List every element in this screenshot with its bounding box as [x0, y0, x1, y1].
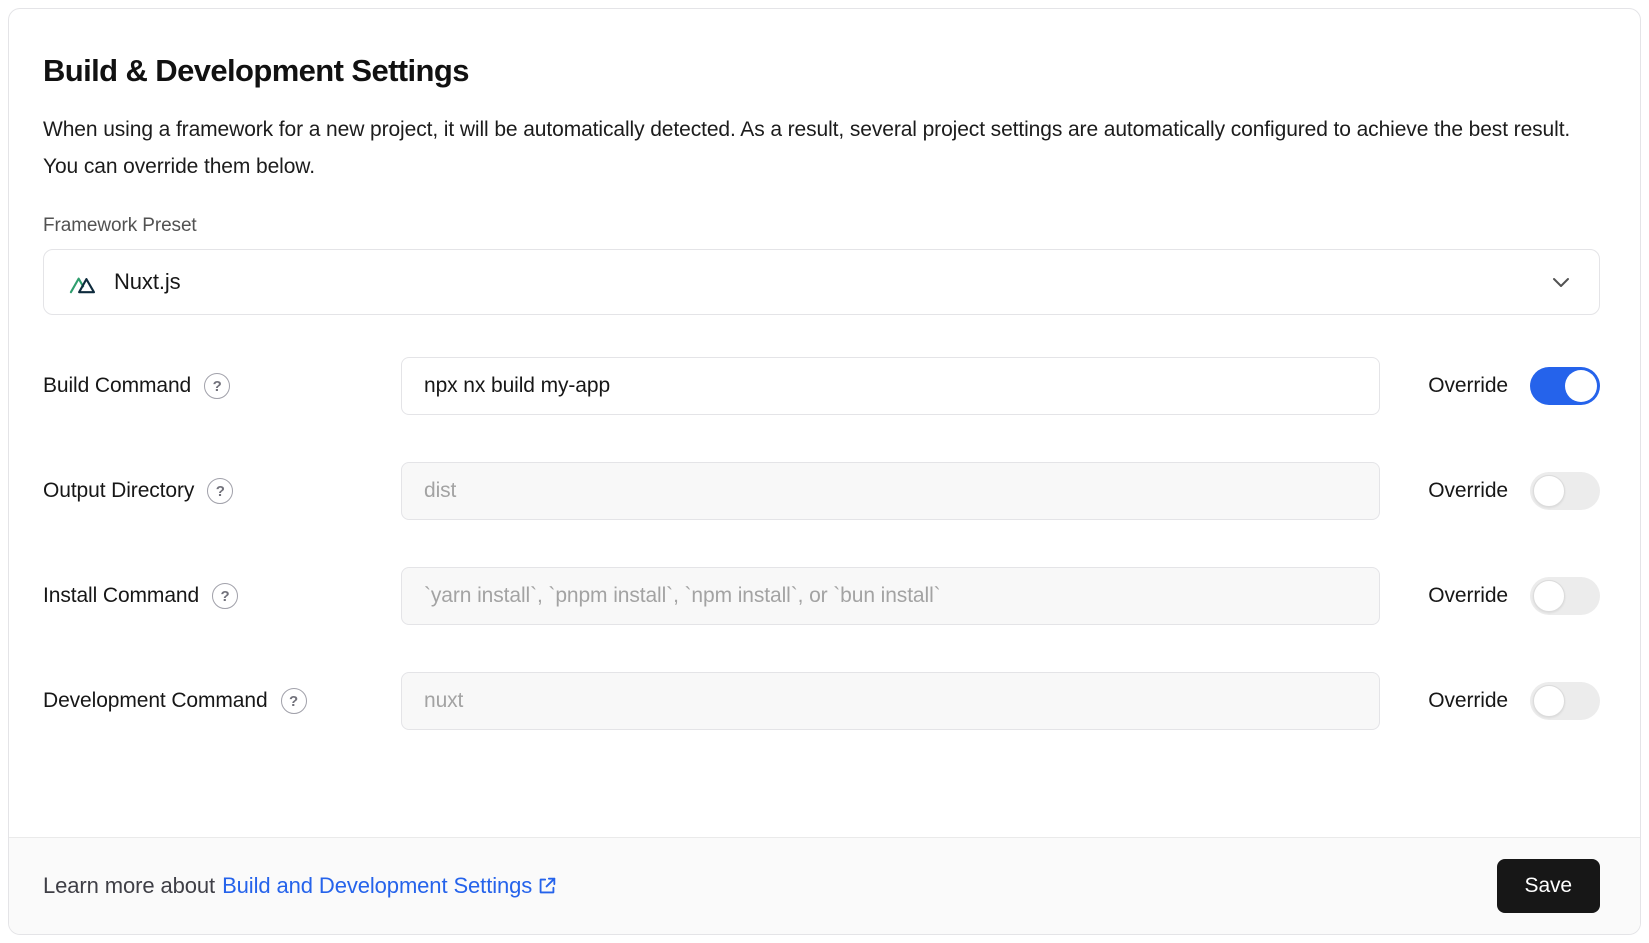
toggle-knob — [1533, 580, 1565, 612]
nuxt-logo-icon — [68, 267, 99, 298]
development-command-override: Override — [1420, 682, 1600, 720]
help-icon[interactable]: ? — [207, 478, 233, 504]
help-icon[interactable]: ? — [212, 583, 238, 609]
card-footer: Learn more about Build and Development S… — [9, 837, 1640, 934]
install-command-label: Install Command — [43, 584, 199, 608]
framework-preset-value: Nuxt.js — [68, 267, 181, 298]
learn-more-text: Learn more about Build and Development S… — [43, 873, 558, 899]
settings-rows: Build Command ? Override Output Director… — [43, 357, 1600, 730]
override-label: Override — [1428, 374, 1508, 398]
learn-more-link-label: Build and Development Settings — [222, 873, 532, 899]
install-command-input — [401, 567, 1380, 625]
development-command-label-group: Development Command ? — [43, 688, 401, 714]
page-title: Build & Development Settings — [43, 53, 1600, 89]
build-settings-card: Build & Development Settings When using … — [8, 8, 1641, 935]
framework-preset-selected: Nuxt.js — [114, 269, 181, 295]
install-command-label-group: Install Command ? — [43, 583, 401, 609]
output-directory-override: Override — [1420, 472, 1600, 510]
override-label: Override — [1428, 584, 1508, 608]
framework-preset-label: Framework Preset — [43, 215, 1600, 237]
output-directory-label: Output Directory — [43, 479, 194, 503]
install-command-row: Install Command ? Override — [43, 567, 1600, 625]
development-command-row: Development Command ? Override — [43, 672, 1600, 730]
install-command-override: Override — [1420, 577, 1600, 615]
settings-description: When using a framework for a new project… — [43, 111, 1600, 185]
build-command-input[interactable] — [401, 357, 1380, 415]
install-command-override-toggle[interactable] — [1530, 577, 1600, 615]
toggle-knob — [1533, 685, 1565, 717]
output-directory-row: Output Directory ? Override — [43, 462, 1600, 520]
chevron-down-icon — [1549, 270, 1573, 294]
card-main: Build & Development Settings When using … — [9, 9, 1640, 837]
output-directory-input — [401, 462, 1380, 520]
build-settings-docs-link[interactable]: Build and Development Settings — [222, 873, 558, 899]
learn-more-prefix: Learn more about — [43, 873, 215, 899]
override-label: Override — [1428, 479, 1508, 503]
output-directory-override-toggle[interactable] — [1530, 472, 1600, 510]
help-icon[interactable]: ? — [204, 373, 230, 399]
override-label: Override — [1428, 689, 1508, 713]
toggle-knob — [1565, 370, 1597, 402]
save-button[interactable]: Save — [1497, 859, 1600, 913]
build-command-label-group: Build Command ? — [43, 373, 401, 399]
framework-preset-select[interactable]: Nuxt.js — [43, 249, 1600, 315]
development-command-override-toggle[interactable] — [1530, 682, 1600, 720]
toggle-knob — [1533, 475, 1565, 507]
help-icon[interactable]: ? — [281, 688, 307, 714]
build-command-override: Override — [1420, 367, 1600, 405]
development-command-input — [401, 672, 1380, 730]
external-link-icon — [536, 875, 558, 897]
build-command-label: Build Command — [43, 374, 191, 398]
output-directory-label-group: Output Directory ? — [43, 478, 401, 504]
build-command-row: Build Command ? Override — [43, 357, 1600, 415]
build-command-override-toggle[interactable] — [1530, 367, 1600, 405]
development-command-label: Development Command — [43, 689, 268, 713]
